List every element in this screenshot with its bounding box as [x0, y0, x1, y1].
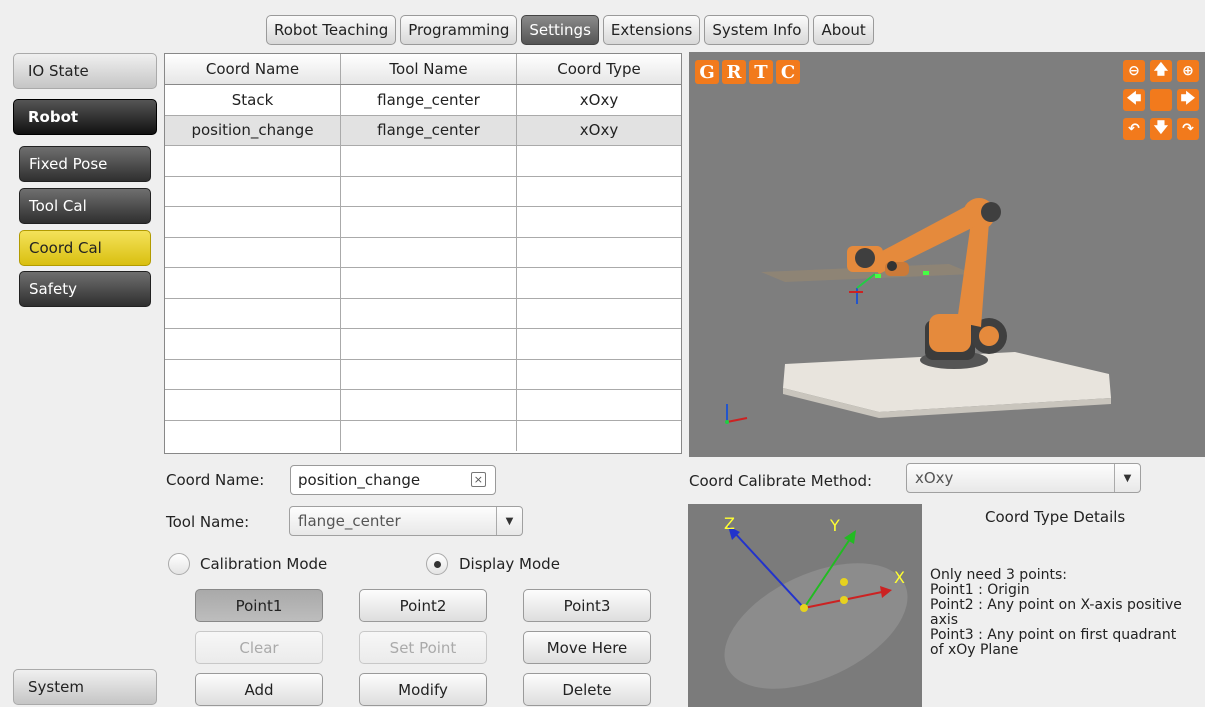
tool-name-label: Tool Name:: [166, 513, 250, 531]
table-row-empty[interactable]: [165, 390, 681, 421]
robot-3d-view[interactable]: G R T C ⊖ 🡅 ⊕ 🡄 🡆 ↶ 🡇 ↷: [689, 52, 1205, 457]
table-row-empty[interactable]: [165, 298, 681, 329]
zoom-in-icon[interactable]: ⊕: [1177, 60, 1199, 82]
details-line: Point1 : Origin: [930, 582, 1030, 598]
sidebar-item-safety[interactable]: Safety: [19, 271, 151, 307]
view-g-button[interactable]: G: [695, 60, 719, 84]
table-row-empty[interactable]: [165, 176, 681, 207]
chevron-down-icon: ▼: [496, 507, 522, 535]
axis-diagram-svg: [724, 526, 908, 689]
sidebar-item-fixed-pose[interactable]: Fixed Pose: [19, 146, 151, 182]
calibration-mode-radio[interactable]: [168, 553, 190, 575]
display-mode-radio[interactable]: [426, 553, 448, 575]
coord-table: Coord Name Tool Name Coord Type Stack fl…: [164, 53, 682, 454]
robot-scene: [725, 198, 1111, 424]
coord-name-label: Coord Name:: [166, 471, 265, 489]
display-mode-label: Display Mode: [459, 555, 560, 573]
center-view-icon[interactable]: [1150, 89, 1172, 111]
view-r-button[interactable]: R: [722, 60, 746, 84]
sidebar-io-state[interactable]: IO State: [13, 53, 157, 89]
arrow-left-icon[interactable]: 🡄: [1123, 89, 1145, 111]
table-header: Coord Name Tool Name Coord Type: [165, 54, 681, 85]
top-tab-bar: Robot Teaching Programming Settings Exte…: [266, 15, 874, 45]
column-header-coord-type[interactable]: Coord Type: [517, 54, 681, 84]
table-cell: xOxy: [579, 121, 619, 140]
arrow-down-icon[interactable]: 🡇: [1150, 118, 1172, 140]
table-cell: xOxy: [579, 90, 619, 109]
table-row-empty[interactable]: [165, 329, 681, 360]
move-here-button[interactable]: Move Here: [523, 631, 651, 664]
view-t-button[interactable]: T: [749, 60, 773, 84]
table-cell: position_change: [165, 115, 341, 145]
rotate-left-icon[interactable]: ↶: [1123, 118, 1145, 140]
column-header-coord-name[interactable]: Coord Name: [165, 54, 341, 84]
table-cell: flange_center: [341, 115, 517, 145]
tab-about[interactable]: About: [813, 15, 874, 45]
tab-programming[interactable]: Programming: [400, 15, 518, 45]
column-header-tool-name[interactable]: Tool Name: [341, 54, 517, 84]
details-line: Only need 3 points:: [930, 567, 1068, 583]
table-row-empty[interactable]: [165, 237, 681, 268]
table-row-selected[interactable]: position_change flange_center xOxy: [165, 115, 681, 146]
table-row-empty[interactable]: [165, 146, 681, 177]
tool-name-select[interactable]: flange_center ▼: [289, 506, 523, 536]
view-c-button[interactable]: C: [776, 60, 800, 84]
table-cell: Stack: [165, 85, 341, 115]
tab-system-info[interactable]: System Info: [704, 15, 810, 45]
clear-button[interactable]: Clear: [195, 631, 323, 664]
axis-z-label: Z: [724, 514, 735, 533]
tab-robot-teaching[interactable]: Robot Teaching: [266, 15, 397, 45]
zoom-out-icon[interactable]: ⊖: [1123, 60, 1145, 82]
point3-button[interactable]: Point3: [523, 589, 651, 622]
sidebar-system[interactable]: System: [13, 669, 157, 705]
calibration-mode-label: Calibration Mode: [200, 555, 328, 573]
calibrate-method-value: xOxy: [915, 469, 954, 487]
axis-x-label: X: [894, 568, 905, 587]
modify-button[interactable]: Modify: [359, 673, 487, 706]
table-cell: flange_center: [341, 85, 517, 115]
arrow-up-icon[interactable]: 🡅: [1150, 60, 1172, 82]
add-button[interactable]: Add: [195, 673, 323, 706]
table-row-empty[interactable]: [165, 359, 681, 390]
coord-name-value: position_change: [298, 471, 421, 489]
clear-text-icon[interactable]: ×: [470, 472, 486, 487]
chevron-down-icon: ▼: [1114, 464, 1140, 492]
sidebar-item-coord-cal[interactable]: Coord Cal: [19, 230, 151, 266]
coord-name-input[interactable]: position_change ×: [290, 465, 496, 495]
rotate-right-icon[interactable]: ↷: [1177, 118, 1199, 140]
calibrate-method-select[interactable]: xOxy ▼: [906, 463, 1141, 493]
delete-button[interactable]: Delete: [523, 673, 651, 706]
details-line: Point3 : Any point on first quadrant of …: [930, 627, 1177, 658]
tool-name-value: flange_center: [298, 512, 401, 530]
details-line: Point2 : Any point on X-axis positive ax…: [930, 597, 1182, 628]
table-row-empty[interactable]: [165, 268, 681, 299]
table-row-empty[interactable]: [165, 420, 681, 451]
table-row[interactable]: Stack flange_center xOxy: [165, 85, 681, 116]
calibrate-method-label: Coord Calibrate Method:: [689, 472, 873, 490]
point1-button[interactable]: Point1: [195, 589, 323, 622]
tab-settings[interactable]: Settings: [521, 15, 599, 45]
table-row-empty[interactable]: [165, 207, 681, 238]
coord-type-diagram: Z Y X: [688, 504, 922, 707]
tab-extensions[interactable]: Extensions: [602, 15, 701, 45]
arrow-right-icon[interactable]: 🡆: [1177, 89, 1199, 111]
axis-y-label: Y: [830, 516, 840, 535]
coord-type-details: Only need 3 points: Point1 : Origin Poin…: [930, 568, 1190, 658]
sidebar-robot[interactable]: Robot: [13, 99, 157, 135]
coord-type-details-title: Coord Type Details: [985, 508, 1126, 526]
sidebar-item-tool-cal[interactable]: Tool Cal: [19, 188, 151, 224]
set-point-button[interactable]: Set Point: [359, 631, 487, 664]
point2-button[interactable]: Point2: [359, 589, 487, 622]
